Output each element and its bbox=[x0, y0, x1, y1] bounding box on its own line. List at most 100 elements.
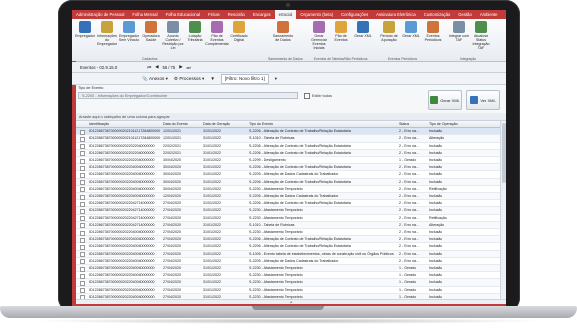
document-tab[interactable]: Eventos - 02.9.15.0 bbox=[80, 65, 117, 70]
table-row[interactable]: ID1228673870000002022040040000000 12/04/2… bbox=[76, 193, 500, 201]
table-row[interactable]: ID1228673870000002022040040000000 27/04/2… bbox=[76, 272, 500, 280]
last-page-icon[interactable]: ⏭ bbox=[187, 65, 191, 70]
row-checkbox[interactable] bbox=[80, 136, 85, 142]
table-row[interactable]: ID1228673870000002022040040000000 30/04/2… bbox=[76, 171, 500, 179]
row-checkbox[interactable] bbox=[80, 187, 85, 193]
tab-0[interactable]: Administração de Pessoal bbox=[72, 10, 128, 19]
ribbon-button[interactable]: Gerar Gerenciar Eventos Iniciais bbox=[308, 21, 330, 59]
tab-12[interactable]: Ambiente bbox=[476, 10, 502, 19]
column-header[interactable]: Status bbox=[398, 121, 409, 128]
row-checkbox[interactable] bbox=[80, 273, 85, 279]
ribbon-button[interactable]: Atualizar Status Integração TAF bbox=[470, 21, 492, 59]
column-header[interactable]: Tipo do Evento bbox=[248, 121, 273, 128]
ribbon-button[interactable]: Eventos Periódicos bbox=[422, 21, 444, 59]
ribbon-button[interactable]: Certificado Digital bbox=[228, 21, 250, 59]
filter-dropdown-icon[interactable]: ▾ bbox=[275, 76, 277, 82]
view-xml-button[interactable]: Ver XML bbox=[466, 90, 500, 110]
table-row[interactable]: ID1228673870000002022040040000000 27/04/2… bbox=[76, 279, 500, 287]
tab-6[interactable]: eSocial bbox=[274, 10, 297, 19]
row-checkbox[interactable] bbox=[80, 180, 85, 186]
ribbon-button[interactable]: Informações do Empregador bbox=[96, 21, 118, 59]
ribbon-button[interactable]: Empregador Sem Vínculo bbox=[118, 21, 140, 59]
row-checkbox[interactable] bbox=[80, 223, 85, 229]
ribbon-button[interactable]: Gerar XML bbox=[352, 21, 374, 59]
ribbon-button[interactable]: Pão de Eventos bbox=[330, 21, 352, 59]
next-page-icon[interactable]: ▶ bbox=[179, 64, 182, 70]
filter-icon[interactable]: ▼ bbox=[210, 76, 215, 81]
tab-4[interactable]: Rescisão bbox=[224, 10, 249, 19]
tab-10[interactable]: Customização bbox=[420, 10, 455, 19]
ribbon-button[interactable]: Integrar com TAF bbox=[448, 21, 470, 59]
ribbon-button[interactable]: Período de Apuração bbox=[378, 21, 400, 59]
ribbon-button[interactable]: Acordo Coletivo / Restrição por Lei bbox=[162, 21, 184, 59]
table-row[interactable]: ID1228673870000002022040040000000 27/04/2… bbox=[76, 265, 500, 273]
prev-page-icon[interactable]: ◀ bbox=[155, 64, 158, 70]
table-row[interactable]: ID1228673870000002022022040000000 22/02/2… bbox=[76, 143, 500, 150]
show-all-checkbox[interactable]: Exibir todos bbox=[304, 93, 332, 99]
column-header[interactable]: Identificação bbox=[88, 121, 109, 128]
tab-2[interactable]: Folha Educacional bbox=[162, 10, 204, 19]
ribbon-button[interactable]: Empregador bbox=[74, 21, 96, 59]
filter-select[interactable]: [Filtro: Novo filtro 1] bbox=[220, 73, 269, 84]
scrollbar-thumb[interactable] bbox=[502, 123, 506, 183]
tab-7[interactable]: Orçamento (beta) bbox=[296, 10, 337, 19]
table-row[interactable]: ID1228673870000002022042714000000 27/04/2… bbox=[76, 207, 500, 215]
anexos-button[interactable]: 📎 Anexos ▾ bbox=[142, 76, 168, 82]
row-checkbox[interactable] bbox=[80, 230, 85, 236]
ribbon-button[interactable]: Gerar XML bbox=[400, 21, 422, 59]
ribbon-button[interactable]: Operadora Saúde bbox=[140, 21, 162, 59]
vertical-scrollbar[interactable] bbox=[500, 121, 506, 299]
table-row[interactable]: ID1228673870000002022040040000000 30/04/2… bbox=[76, 178, 500, 186]
ribbon-button[interactable]: Lotação Tributária bbox=[184, 21, 206, 59]
table-cell: 2 - Erro na... bbox=[399, 165, 419, 170]
table-row[interactable]: ID1228673870000002022022040000000 22/02/2… bbox=[76, 149, 500, 157]
row-checkbox[interactable] bbox=[80, 194, 85, 200]
table-row[interactable]: ID1228673870000002022040040000000 27/04/2… bbox=[76, 236, 500, 244]
column-header[interactable]: Data de Geração bbox=[202, 121, 230, 128]
table-row[interactable]: ID1228673870000002022040040000000 27/04/2… bbox=[76, 250, 500, 258]
event-type-combo[interactable]: S-2200 - Informações do Empregador/Contr… bbox=[78, 92, 298, 99]
row-checkbox[interactable] bbox=[80, 266, 85, 272]
row-checkbox[interactable] bbox=[80, 201, 85, 207]
table-row[interactable]: ID1228673870000002022040040000000 30/04/2… bbox=[76, 186, 500, 193]
table-row[interactable]: ID1228673870000002022040040000000 27/04/2… bbox=[76, 243, 500, 251]
row-checkbox[interactable] bbox=[80, 165, 85, 171]
row-checkbox[interactable] bbox=[80, 280, 85, 286]
page-current[interactable]: 55 bbox=[162, 65, 167, 70]
row-checkbox[interactable] bbox=[80, 252, 85, 258]
table-row[interactable]: ID1228673870000002022040040000000 30/04/2… bbox=[76, 164, 500, 172]
row-checkbox[interactable] bbox=[80, 172, 85, 178]
row-checkbox[interactable] bbox=[80, 288, 85, 294]
table-row[interactable]: ID1228673870000002022040040000000 27/04/2… bbox=[76, 258, 500, 265]
tab-9[interactable]: Assinatura Eletrônica bbox=[372, 10, 420, 19]
processos-button[interactable]: ⚙ Processos ▾ bbox=[174, 76, 204, 82]
table-row[interactable]: ID1228673870000002022040040000000 27/04/2… bbox=[76, 229, 500, 237]
table-row[interactable]: ID1228673870000002022042714000000 27/04/2… bbox=[76, 200, 500, 208]
row-checkbox[interactable] bbox=[80, 208, 85, 214]
row-checkbox[interactable] bbox=[80, 244, 85, 250]
tab-5[interactable]: Encargos bbox=[249, 10, 275, 19]
row-checkbox[interactable] bbox=[80, 129, 85, 135]
table-row[interactable]: ID1228673870000002022042714000000 27/04/2… bbox=[76, 221, 500, 229]
tab-11[interactable]: Gestão bbox=[454, 10, 476, 19]
table-row[interactable]: ID1228673870000002021011217284800000 12/0… bbox=[76, 135, 500, 143]
first-page-icon[interactable]: ⏮ bbox=[147, 65, 151, 70]
row-checkbox[interactable] bbox=[80, 158, 85, 164]
column-header[interactable]: Tipo de Operação bbox=[428, 121, 458, 128]
table-row[interactable]: ID1228673870000002022042714000000 27/04/2… bbox=[76, 215, 500, 222]
row-checkbox[interactable] bbox=[80, 259, 85, 265]
table-row[interactable]: ID1228673870000002022022040000000 30/04/2… bbox=[76, 157, 500, 165]
tab-8[interactable]: Configurações bbox=[337, 10, 372, 19]
ribbon-button[interactable]: Saneamento de Dados bbox=[272, 21, 294, 59]
column-header[interactable]: Data do Evento bbox=[162, 121, 188, 128]
ribbon-button[interactable]: Pão de Eventos Complementar bbox=[205, 21, 229, 59]
table-row[interactable]: ID1228673870000002022040040000000 27/04/2… bbox=[76, 287, 500, 294]
row-checkbox[interactable] bbox=[80, 144, 85, 150]
generate-xml-button[interactable]: Gerar XML bbox=[428, 90, 462, 110]
tab-3[interactable]: Férias bbox=[204, 10, 224, 19]
row-checkbox[interactable] bbox=[80, 151, 85, 157]
table-row[interactable]: ID1228673870000002021011217284800000 12/0… bbox=[76, 128, 500, 136]
tab-1[interactable]: Folha Mensal bbox=[128, 10, 161, 19]
row-checkbox[interactable] bbox=[80, 237, 85, 243]
row-checkbox[interactable] bbox=[80, 216, 85, 222]
